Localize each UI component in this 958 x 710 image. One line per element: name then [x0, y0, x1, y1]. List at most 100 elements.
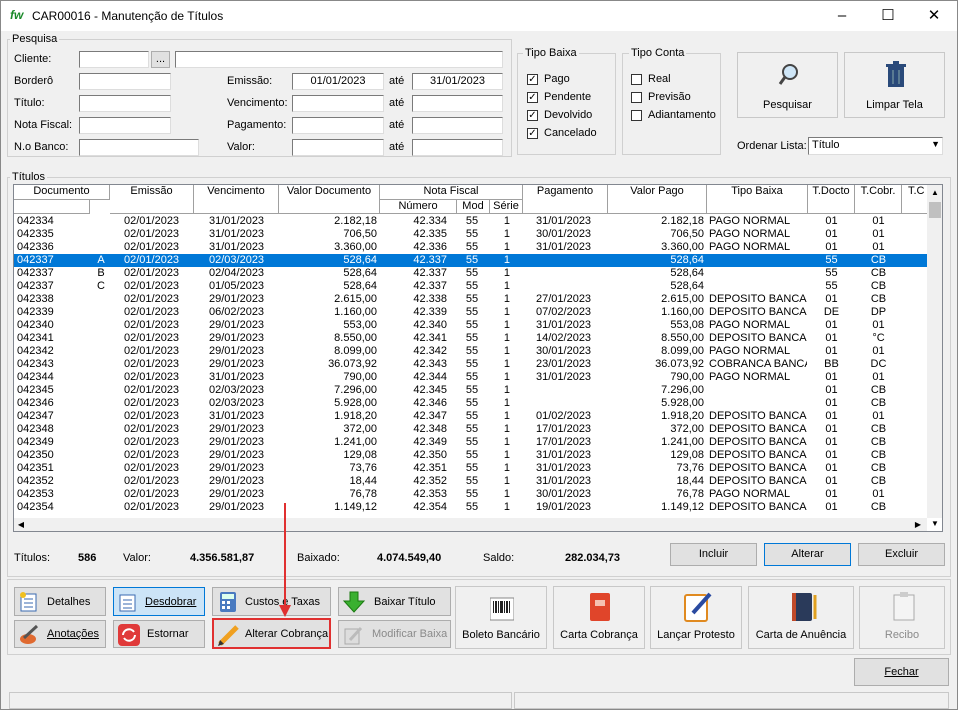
table-row[interactable]: 042346 02/01/2023 02/03/2023 5.928,00 42.346… [14, 397, 927, 410]
table-row[interactable]: 042347 02/01/2023 31/01/2023 1.918,20 42.347… [14, 410, 927, 423]
col-vencimento[interactable]: Vencimento [194, 185, 279, 214]
table-row[interactable]: 042341 02/01/2023 29/01/2023 8.550,00 42.341… [14, 332, 927, 345]
col-serie[interactable]: Série [490, 200, 523, 214]
tipo-baixa-checkbox-1[interactable]: ✓ [527, 92, 538, 103]
scroll-thumb[interactable] [929, 202, 941, 218]
table-row[interactable]: 042343 02/01/2023 29/01/2023 36.073,92 42.34… [14, 358, 927, 371]
col-numero[interactable]: Número [380, 200, 457, 214]
table-row[interactable]: 042344 02/01/2023 31/01/2023 790,00 42.344 55… [14, 371, 927, 384]
incluir-button[interactable]: Incluir [670, 543, 757, 566]
scroll-right-icon[interactable]: ▶ [911, 518, 925, 531]
alterar-cobranca-button[interactable]: Alterar Cobrança [212, 618, 331, 649]
col-documento[interactable]: Documento [14, 185, 110, 200]
minimize-button[interactable]: – [819, 1, 865, 31]
table-row[interactable]: 042340 02/01/2023 29/01/2023 553,00 42.340 55… [14, 319, 927, 332]
cliente-code-input[interactable] [79, 51, 149, 68]
nota-input[interactable] [79, 117, 171, 134]
maximize-button[interactable]: ☐ [865, 1, 911, 31]
col-t-docto[interactable]: T.Docto [808, 185, 855, 214]
table-row[interactable]: 042348 02/01/2023 29/01/2023 372,00 42.348 55… [14, 423, 927, 436]
tipo-baixa-checkbox-2[interactable]: ✓ [527, 110, 538, 121]
table-cell: 1.160,00 [334, 306, 377, 318]
anotacoes-button[interactable]: Anotações [14, 620, 106, 648]
pagamento-to-input[interactable] [412, 117, 503, 134]
table-cell: 02/01/2023 [124, 215, 180, 227]
baixar-titulo-button[interactable]: Baixar Título [338, 587, 451, 616]
col-tipo-baixa[interactable]: Tipo Baixa [707, 185, 808, 214]
desdobrar-button[interactable]: Desdobrar [113, 587, 205, 616]
table-row[interactable]: 042337 B 02/01/2023 02/04/2023 528,64 42.337 5… [14, 267, 927, 280]
table-row[interactable]: 042353 02/01/2023 29/01/2023 76,78 42.353 55 1… [14, 488, 927, 501]
col-t-extra[interactable]: T.C [902, 185, 928, 214]
table-row[interactable]: 042349 02/01/2023 29/01/2023 1.241,00 42.349… [14, 436, 927, 449]
fechar-button[interactable]: Fechar [854, 658, 949, 686]
pagamento-from-input[interactable] [292, 117, 384, 134]
table-row[interactable]: 042337 C 02/01/2023 01/05/2023 528,64 42.337 5… [14, 280, 927, 293]
titulo-input[interactable] [79, 95, 171, 112]
table-row[interactable]: 042339 02/01/2023 06/02/2023 1.160,00 42.339… [14, 306, 927, 319]
table-cell: 19/01/2023 [536, 501, 592, 513]
custos-taxas-button[interactable]: Custos e Taxas [212, 587, 331, 616]
table-row[interactable]: 042335 02/01/2023 31/01/2023 706,50 42.335 55… [14, 228, 927, 241]
tipo-conta-checkbox-1[interactable] [631, 92, 642, 103]
table-cell: 02/01/2023 [124, 267, 180, 279]
tipo-baixa-checkbox-3[interactable]: ✓ [527, 128, 538, 139]
carta-cobranca-button[interactable]: Carta Cobrança [553, 586, 645, 649]
table-row[interactable]: 042337 A 02/01/2023 02/03/2023 528,64 42.337 5… [14, 254, 927, 267]
tipo-baixa-checkbox-0[interactable]: ✓ [527, 74, 538, 85]
table-row[interactable]: 042350 02/01/2023 29/01/2023 129,08 42.350 55… [14, 449, 927, 462]
table-row[interactable]: 042342 02/01/2023 29/01/2023 8.099,00 42.342… [14, 345, 927, 358]
horizontal-scrollbar[interactable]: ◀ ▶ [14, 518, 927, 531]
col-emissao[interactable]: Emissão [110, 185, 194, 214]
col-nota-fiscal[interactable]: Nota Fiscal [380, 185, 523, 200]
col-valor-pago[interactable]: Valor Pago [608, 185, 707, 214]
tipo-conta-checkbox-0[interactable] [631, 74, 642, 85]
ordenar-select[interactable]: Título ▼ [808, 137, 943, 155]
limpar-tela-button[interactable]: Limpar Tela [844, 52, 945, 118]
table-cell: 55 [465, 319, 479, 331]
vertical-scrollbar[interactable]: ▲ ▼ [927, 185, 942, 528]
tipo-conta-checkbox-2[interactable] [631, 110, 642, 121]
lancar-protesto-button[interactable]: Lançar Protesto [650, 586, 742, 649]
cliente-lookup-button[interactable]: ... [151, 51, 170, 68]
emissao-from-input[interactable]: 01/01/2023 [292, 73, 384, 90]
modificar-baixa-button[interactable]: Modificar Baixa [338, 620, 451, 648]
bordero-input[interactable] [79, 73, 171, 90]
valor-from-input[interactable] [292, 139, 384, 156]
table-cell: 73,76 [676, 462, 704, 474]
vencimento-from-input[interactable] [292, 95, 384, 112]
close-button[interactable]: ✕ [911, 1, 957, 31]
banco-input[interactable] [79, 139, 199, 156]
table-row[interactable]: 042334 02/01/2023 31/01/2023 2.182,18 42.334… [14, 215, 927, 228]
table-row[interactable]: 042345 02/01/2023 02/03/2023 7.296,00 42.345… [14, 384, 927, 397]
scroll-up-icon[interactable]: ▲ [927, 185, 942, 201]
detalhes-button[interactable]: Detalhes [14, 587, 106, 616]
col-t-cobr[interactable]: T.Cobr. [855, 185, 902, 214]
table-row[interactable]: 042336 02/01/2023 31/01/2023 3.360,00 42.336… [14, 241, 927, 254]
valor-to-input[interactable] [412, 139, 503, 156]
titulos-grid[interactable]: Documento Emissão Vencimento Valor Docum… [13, 184, 943, 532]
emissao-to-input[interactable]: 31/01/2023 [412, 73, 503, 90]
col-pagamento[interactable]: Pagamento [523, 185, 608, 214]
table-row[interactable]: 042352 02/01/2023 29/01/2023 18,44 42.352 55 1… [14, 475, 927, 488]
vencimento-to-input[interactable] [412, 95, 503, 112]
carta-anuencia-button[interactable]: Carta de Anuência [748, 586, 854, 649]
annotation-arrow-icon [279, 503, 291, 617]
table-row[interactable]: 042351 02/01/2023 29/01/2023 73,76 42.351 55 1… [14, 462, 927, 475]
col-valor-documento[interactable]: Valor Documento [279, 185, 380, 214]
boleto-bancario-button[interactable]: Boleto Bancário [455, 586, 547, 649]
scroll-left-icon[interactable]: ◀ [14, 518, 28, 531]
table-cell: 02/01/2023 [124, 371, 180, 383]
table-row[interactable]: 042354 02/01/2023 29/01/2023 1.149,12 42.354… [14, 501, 927, 514]
cliente-name-input[interactable] [175, 51, 503, 68]
table-row[interactable]: 042338 02/01/2023 29/01/2023 2.615,00 42.338… [14, 293, 927, 306]
table-cell: 02/01/2023 [124, 319, 180, 331]
estornar-button[interactable]: Estornar [113, 620, 205, 648]
recibo-button[interactable]: Recibo [859, 586, 945, 649]
table-cell: 55 [465, 371, 479, 383]
col-mod[interactable]: Mod [457, 200, 490, 214]
pesquisar-button[interactable]: Pesquisar [737, 52, 838, 118]
scroll-down-icon[interactable]: ▼ [927, 516, 942, 531]
alterar-button[interactable]: Alterar [764, 543, 851, 566]
excluir-button[interactable]: Excluir [858, 543, 945, 566]
